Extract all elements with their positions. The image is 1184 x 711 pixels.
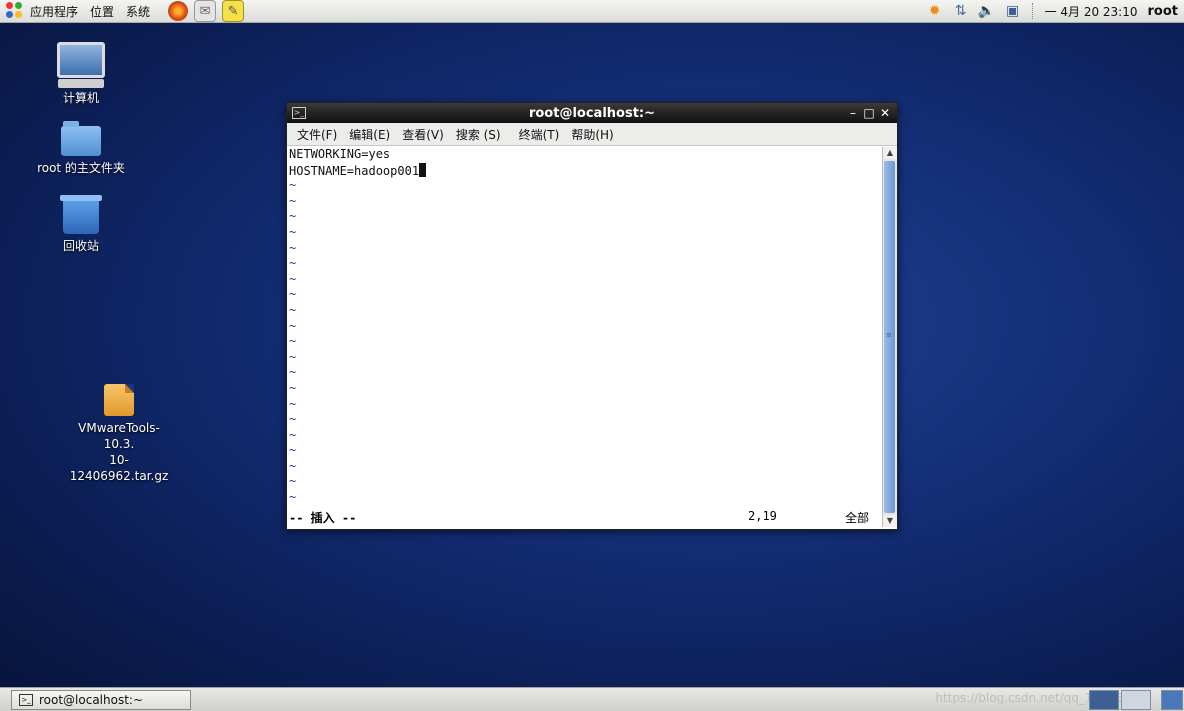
tilde-line: ~ xyxy=(289,271,297,286)
close-icon[interactable]: ✕ xyxy=(877,106,893,120)
desktop-icon-home[interactable]: root 的主文件夹 xyxy=(26,121,136,176)
terminal-content[interactable]: NETWORKING=yes HOSTNAME=hadoop001 ~ ~ ~ ~ ~ ~… xyxy=(288,147,881,527)
tilde-line: ~ xyxy=(289,209,297,224)
window-controls: – □ ✕ xyxy=(845,103,893,123)
scroll-down-icon[interactable]: ▼ xyxy=(883,515,897,527)
scroll-indicator: 全部 xyxy=(845,511,870,525)
vim-mode: -- 插入 -- xyxy=(289,511,357,525)
taskbar-button-label: root@localhost:~ xyxy=(39,693,144,707)
maximize-icon[interactable]: □ xyxy=(861,106,877,120)
home-folder-icon xyxy=(61,121,101,156)
tilde-line: ~ xyxy=(289,365,297,380)
tilde-line: ~ xyxy=(289,490,297,505)
grip-icon: ≡ xyxy=(886,331,892,339)
tilde-line: ~ xyxy=(289,412,297,427)
display-icon[interactable]: ▣ xyxy=(1003,2,1023,20)
tilde-line: ~ xyxy=(289,302,297,317)
desktop-icon-label: VMwareTools-10.3. 10-12406962.tar.gz xyxy=(69,421,169,483)
menu-places[interactable]: 位置 xyxy=(84,3,120,20)
menu-view[interactable]: 查看(V) xyxy=(396,126,450,143)
empty-lines: ~ ~ ~ ~ ~ ~ ~ ~ ~ ~ ~ ~ ~ ~ ~ ~ ~ ~ ~ ~ ~ xyxy=(288,178,881,505)
tilde-line: ~ xyxy=(289,474,297,489)
window-titlebar[interactable]: >_ root@localhost:~ – □ ✕ xyxy=(287,103,897,123)
tilde-line: ~ xyxy=(289,349,297,364)
terminal-scrollbar[interactable]: ▲ ≡ ▼ xyxy=(882,147,897,527)
menu-file[interactable]: 文件(F) xyxy=(291,126,343,143)
tilde-line: ~ xyxy=(289,193,297,208)
tilde-line: ~ xyxy=(289,224,297,239)
trash-icon xyxy=(60,195,102,234)
tilde-line: ~ xyxy=(289,396,297,411)
tilde-line: ~ xyxy=(289,334,297,349)
window-menubar: 文件(F) 编辑(E) 查看(V) 搜索 (S) 终端(T) 帮助(H) xyxy=(287,123,897,146)
terminal-icon: >_ xyxy=(19,694,33,706)
mail-icon[interactable]: ✉ xyxy=(194,0,217,22)
desktop-icon-label: root 的主文件夹 xyxy=(37,161,125,175)
tilde-line: ~ xyxy=(289,443,297,458)
menu-edit[interactable]: 编辑(E) xyxy=(343,126,396,143)
taskbar-button-terminal[interactable]: >_ root@localhost:~ xyxy=(11,690,191,710)
firefox-icon[interactable] xyxy=(168,1,189,21)
window-title: root@localhost:~ xyxy=(528,105,656,121)
workspace-1[interactable] xyxy=(1089,690,1119,710)
updates-icon[interactable]: ✹ xyxy=(925,2,945,20)
menu-system[interactable]: 系统 xyxy=(120,3,156,20)
tilde-line: ~ xyxy=(289,458,297,473)
text-line: HOSTNAME=hadoop001 xyxy=(288,162,881,179)
tilde-line: ~ xyxy=(289,318,297,333)
computer-icon xyxy=(57,42,105,78)
minimize-icon[interactable]: – xyxy=(845,106,861,120)
volume-icon[interactable]: 🔈 xyxy=(977,2,997,20)
network-icon[interactable]: ⇅ xyxy=(951,2,971,20)
menu-search[interactable]: 搜索 (S) xyxy=(450,126,507,143)
clock[interactable]: 一 4月 20 23:10 xyxy=(1045,3,1138,20)
desktop-icon-label: 回收站 xyxy=(62,239,99,253)
vim-status-line: -- 插入 -- 2,19 全部 xyxy=(288,507,880,525)
desktop-icon-label: 计算机 xyxy=(62,91,99,105)
menu-terminal[interactable]: 终端(T) xyxy=(513,126,566,143)
text-line: NETWORKING=yes xyxy=(289,147,391,161)
text-line-content: HOSTNAME=hadoop001 xyxy=(289,163,420,178)
desktop-icon-computer[interactable]: 计算机 xyxy=(26,42,136,106)
system-tray: ✹ ⇅ 🔈 ▣ 一 4月 20 23:10 root xyxy=(922,0,1184,22)
menu-help[interactable]: 帮助(H) xyxy=(565,126,619,143)
terminal-icon[interactable]: >_ xyxy=(292,107,306,119)
bottom-panel: >_ root@localhost:~ https://blog.csdn.ne… xyxy=(0,687,1184,711)
tilde-line: ~ xyxy=(289,240,297,255)
desktop-icon-trash[interactable]: 回收站 xyxy=(26,195,136,254)
tilde-line: ~ xyxy=(289,256,297,271)
trash-applet-icon[interactable] xyxy=(1161,690,1183,710)
workspace-2[interactable] xyxy=(1121,690,1151,710)
scroll-up-icon[interactable]: ▲ xyxy=(883,147,897,159)
tilde-line: ~ xyxy=(289,427,297,442)
user-menu[interactable]: root xyxy=(1148,4,1179,19)
menu-applications[interactable]: 应用程序 xyxy=(24,3,84,20)
terminal-window: >_ root@localhost:~ – □ ✕ 文件(F) 编辑(E) 查看… xyxy=(286,102,898,530)
top-panel: 应用程序 位置 系统 ✉ ✎ ✹ ⇅ 🔈 ▣ 一 4月 20 23:10 roo… xyxy=(0,0,1184,23)
notes-icon[interactable]: ✎ xyxy=(222,0,245,22)
tilde-line: ~ xyxy=(289,380,297,395)
cursor-position: 2,19 xyxy=(748,509,777,523)
text-cursor xyxy=(419,162,427,177)
applications-logo-icon[interactable] xyxy=(6,2,24,20)
tray-separator xyxy=(1031,3,1035,19)
desktop-icon-vmwaretools[interactable]: VMwareTools-10.3. 10-12406962.tar.gz xyxy=(64,384,174,484)
archive-icon xyxy=(104,384,134,416)
tilde-line: ~ xyxy=(289,287,297,302)
tilde-line: ~ xyxy=(289,178,297,193)
